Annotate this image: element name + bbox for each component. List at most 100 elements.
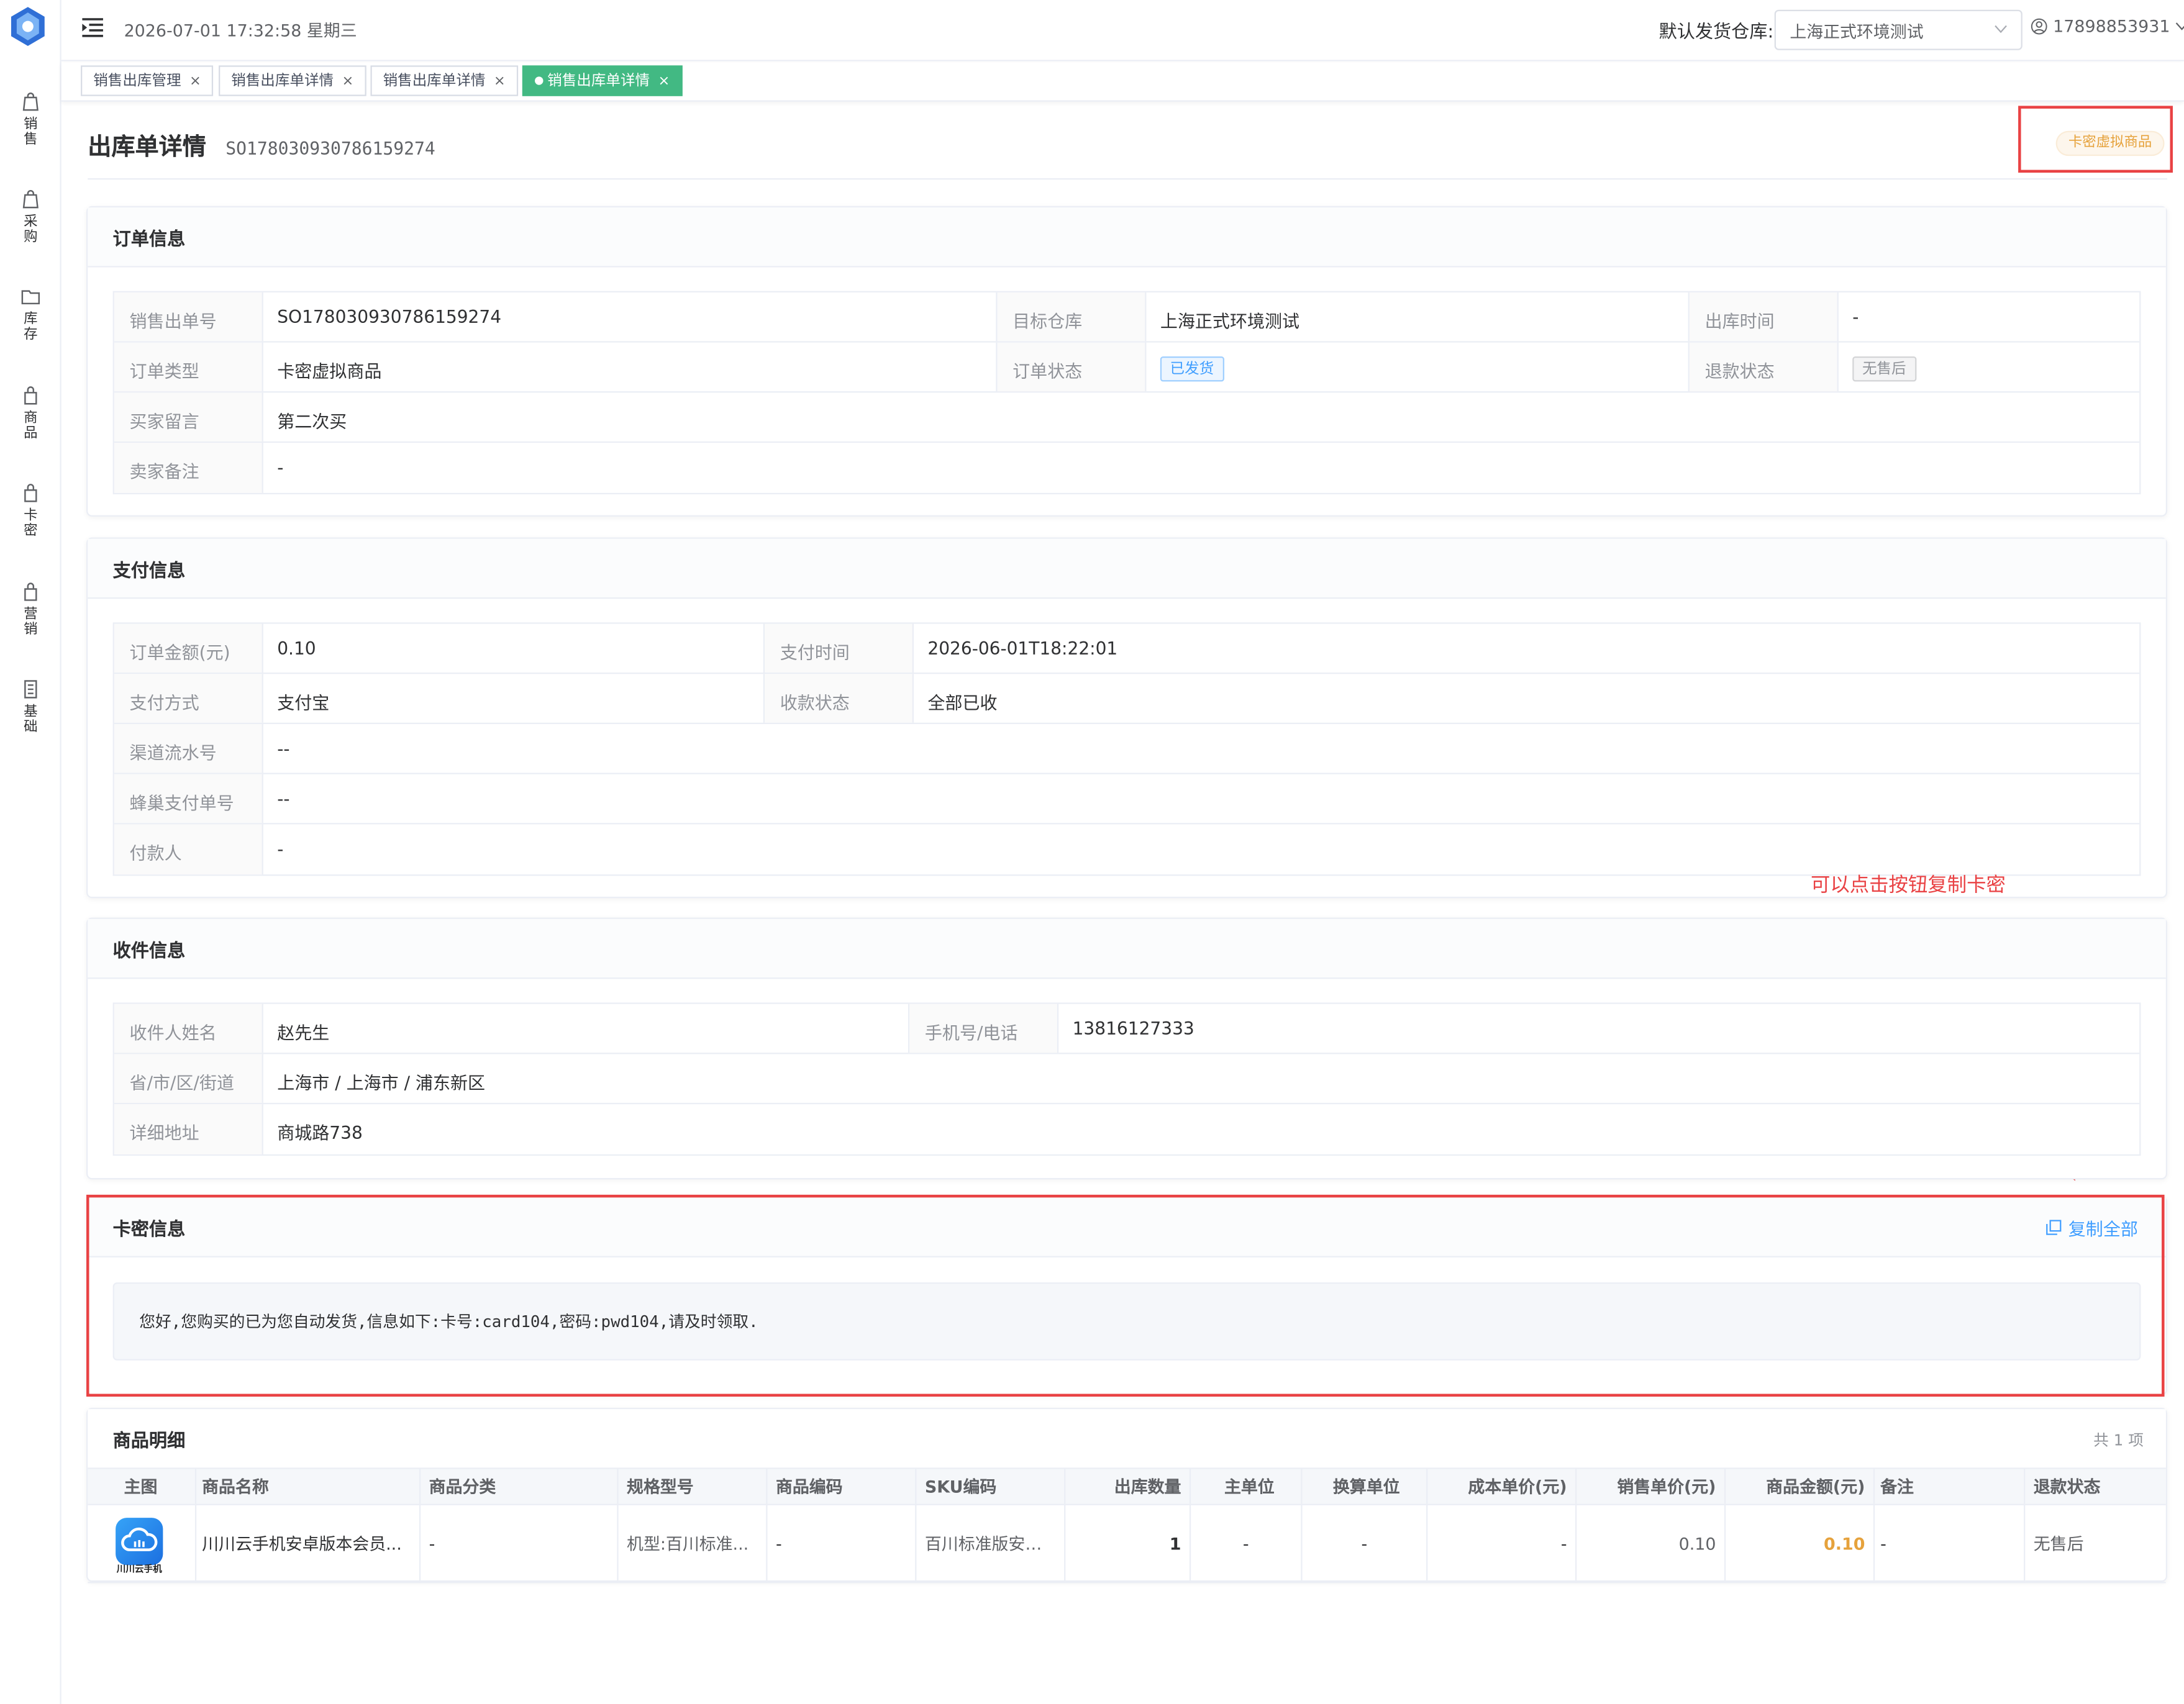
main-content: 出库单详情 SO178030930786159274 卡密虚拟商品 订单信息 销… (61, 103, 2184, 1704)
card-title-text: 商品明细 (112, 1431, 186, 1452)
desc-value: 支付宝 (263, 674, 765, 723)
tab-label: 销售出库管理 (93, 72, 181, 89)
warehouse-select[interactable]: 上海正式环境测试 (1774, 9, 2022, 50)
col-header: 主单位 (1191, 1469, 1303, 1504)
close-icon[interactable]: × (658, 74, 670, 89)
col-header: 销售单价(元) (1577, 1469, 1726, 1504)
desc-row: 详细地址 商城路738 (114, 1104, 2139, 1154)
product-name[interactable]: 川川云手机安卓版本会员... (196, 1505, 421, 1582)
product-sku: 百川标准版安卓... (916, 1505, 1066, 1582)
desc-row: 渠道流水号 -- (114, 723, 2140, 774)
col-header: 商品名称 (196, 1469, 421, 1504)
sales-bag-icon (22, 93, 39, 111)
sidebar-item-label: 库存 (24, 312, 38, 343)
desc-value: - (1852, 306, 1859, 327)
desc-row: 省/市/区/街道 上海市 / 上海市 / 浦东新区 (114, 1054, 2140, 1105)
marketing-bag-icon (24, 582, 37, 601)
tab-sales-outbound-detail[interactable]: 销售出库单详情 × (219, 65, 366, 96)
col-header: 退款状态 (2033, 1477, 2101, 1497)
desc-value: 第二次买 (277, 410, 347, 432)
tab-sales-outbound-detail[interactable]: 销售出库单详情 × (370, 65, 518, 96)
tab-sales-outbound-detail-active[interactable]: 销售出库单详情 × (522, 65, 683, 96)
order-status-badge: 已发货 (1160, 356, 1224, 382)
tab-sales-outbound-management[interactable]: 销售出库管理 × (81, 65, 214, 96)
card-bag-icon (24, 484, 37, 502)
sidebar-item-inventory[interactable]: 库存 (0, 287, 61, 343)
payment-info-table: 订单金额(元) 0.10 支付时间 2026-06-01T18:22:01 支付… (112, 622, 2141, 876)
desc-row: 买家留言 第二次买 (114, 392, 2140, 443)
sidebar-item-label: 商品 (24, 410, 38, 442)
product-category: - (421, 1505, 619, 1582)
product-thumbnail: 川川云手机 (113, 1513, 166, 1575)
sidebar-item-basic[interactable]: 基础 (0, 679, 61, 735)
desc-label: 详细地址 (114, 1104, 263, 1154)
tags-view: 销售出库管理 × 销售出库单详情 × 销售出库单详情 × 销售出库单详情 × (61, 63, 2184, 102)
sidebar-item-goods[interactable]: 商品 (0, 386, 61, 442)
desc-label: 退款状态 (1689, 342, 1839, 392)
product-qty: 1 (1065, 1505, 1191, 1582)
cloud-logo-icon (116, 1518, 163, 1566)
sidebar-item-marketing[interactable]: 营销 (0, 582, 61, 638)
payment-info-card: 支付信息 订单金额(元) 0.10 支付时间 2026-06-01T18:22:… (86, 537, 2168, 899)
user-menu[interactable]: 17898853931 (2031, 17, 2184, 36)
table-header: 主图 商品名称 商品分类 规格型号 商品编码 SKU编码 出库数量 主单位 换算… (88, 1467, 2166, 1505)
desc-label: 收件人姓名 (114, 1004, 263, 1053)
menu-fold-icon[interactable] (82, 18, 104, 37)
order-info-card: 订单信息 销售出单号 SO178030930786159274 目标仓库 上海正… (86, 206, 2168, 517)
highlight-box (86, 1194, 2165, 1397)
desc-value: 已发货 (1146, 342, 1690, 392)
col-header: 成本单价(元) (1427, 1469, 1577, 1504)
order-type-tag: 卡密虚拟商品 (2055, 130, 2165, 156)
col-header: 规格型号 (619, 1469, 768, 1504)
sidebar-item-label: 基础 (24, 704, 38, 735)
close-icon[interactable]: × (342, 74, 353, 89)
receiver-info-table: 收件人姓名 赵先生 手机号/电话 13816127333 省/市/区/街道 上海… (112, 1002, 2141, 1156)
desc-value: - (277, 838, 284, 859)
product-detail-card: 商品明细 共 1 项 主图 商品名称 商品分类 规格型号 商品编码 SKU编码 … (86, 1407, 2168, 1584)
product-cost: - (1427, 1505, 1577, 1582)
sidebar: 销售 采购 库存 商品 卡密 营销 基础 (0, 0, 61, 1704)
close-icon[interactable]: × (494, 74, 506, 89)
desc-value: 0.10 (263, 623, 765, 673)
desc-label: 订单金额(元) (114, 623, 263, 673)
inventory-folder-icon (21, 290, 40, 305)
sidebar-item-card[interactable]: 卡密 (0, 483, 61, 539)
sidebar-item-purchase[interactable]: 采购 (0, 189, 61, 245)
desc-value: 全部已收 (927, 692, 998, 714)
product-remark: - (1875, 1505, 2026, 1582)
card-title: 商品明细 共 1 项 (88, 1409, 2166, 1469)
desc-row: 卖家备注 - (114, 443, 2139, 493)
desc-value: 13816127333 (1072, 1018, 1194, 1039)
product-code: - (768, 1505, 917, 1582)
topbar: 2026-07-01 17:32:58 星期三 默认发货仓库: 上海正式环境测试… (61, 0, 2184, 61)
table-row[interactable]: 川川云手机 川川云手机安卓版本会员... - 机型:百川标准... - 百川标准… (88, 1505, 2166, 1584)
product-unit: - (1191, 1505, 1303, 1582)
page-title: 出库单详情 (88, 134, 206, 162)
close-icon[interactable]: × (189, 74, 201, 89)
basic-book-icon (24, 680, 37, 699)
desc-value: 商城路738 (277, 1122, 363, 1143)
col-header: 商品编码 (768, 1469, 917, 1504)
refund-status-badge: 无售后 (1852, 356, 1916, 382)
desc-label: 出库时间 (1689, 292, 1839, 342)
tab-label: 销售出库单详情 (547, 72, 650, 89)
page-order-code: SO178030930786159274 (225, 137, 435, 159)
chevron-down-icon (2175, 22, 2184, 30)
desc-value: 上海正式环境测试 (1146, 292, 1690, 342)
sidebar-item-label: 采购 (24, 214, 38, 245)
desc-label: 卖家备注 (114, 443, 263, 493)
tab-label: 销售出库单详情 (231, 72, 334, 89)
desc-label: 销售出单号 (114, 292, 263, 342)
desc-label: 付款人 (114, 824, 263, 875)
col-header: 商品金额(元) (1726, 1469, 1875, 1504)
sidebar-item-sales[interactable]: 销售 (0, 92, 61, 148)
desc-label: 渠道流水号 (114, 723, 263, 773)
product-table: 主图 商品名称 商品分类 规格型号 商品编码 SKU编码 出库数量 主单位 换算… (88, 1467, 2166, 1584)
product-image[interactable]: 川川云手机 (88, 1505, 197, 1582)
product-image-caption: 川川云手机 (116, 1564, 162, 1575)
desc-label: 手机号/电话 (909, 1004, 1059, 1053)
col-header: SKU编码 (916, 1469, 1066, 1504)
desc-label: 支付时间 (765, 623, 914, 673)
app-logo-icon[interactable] (8, 6, 47, 47)
item-count: 共 1 项 (2093, 1431, 2144, 1450)
